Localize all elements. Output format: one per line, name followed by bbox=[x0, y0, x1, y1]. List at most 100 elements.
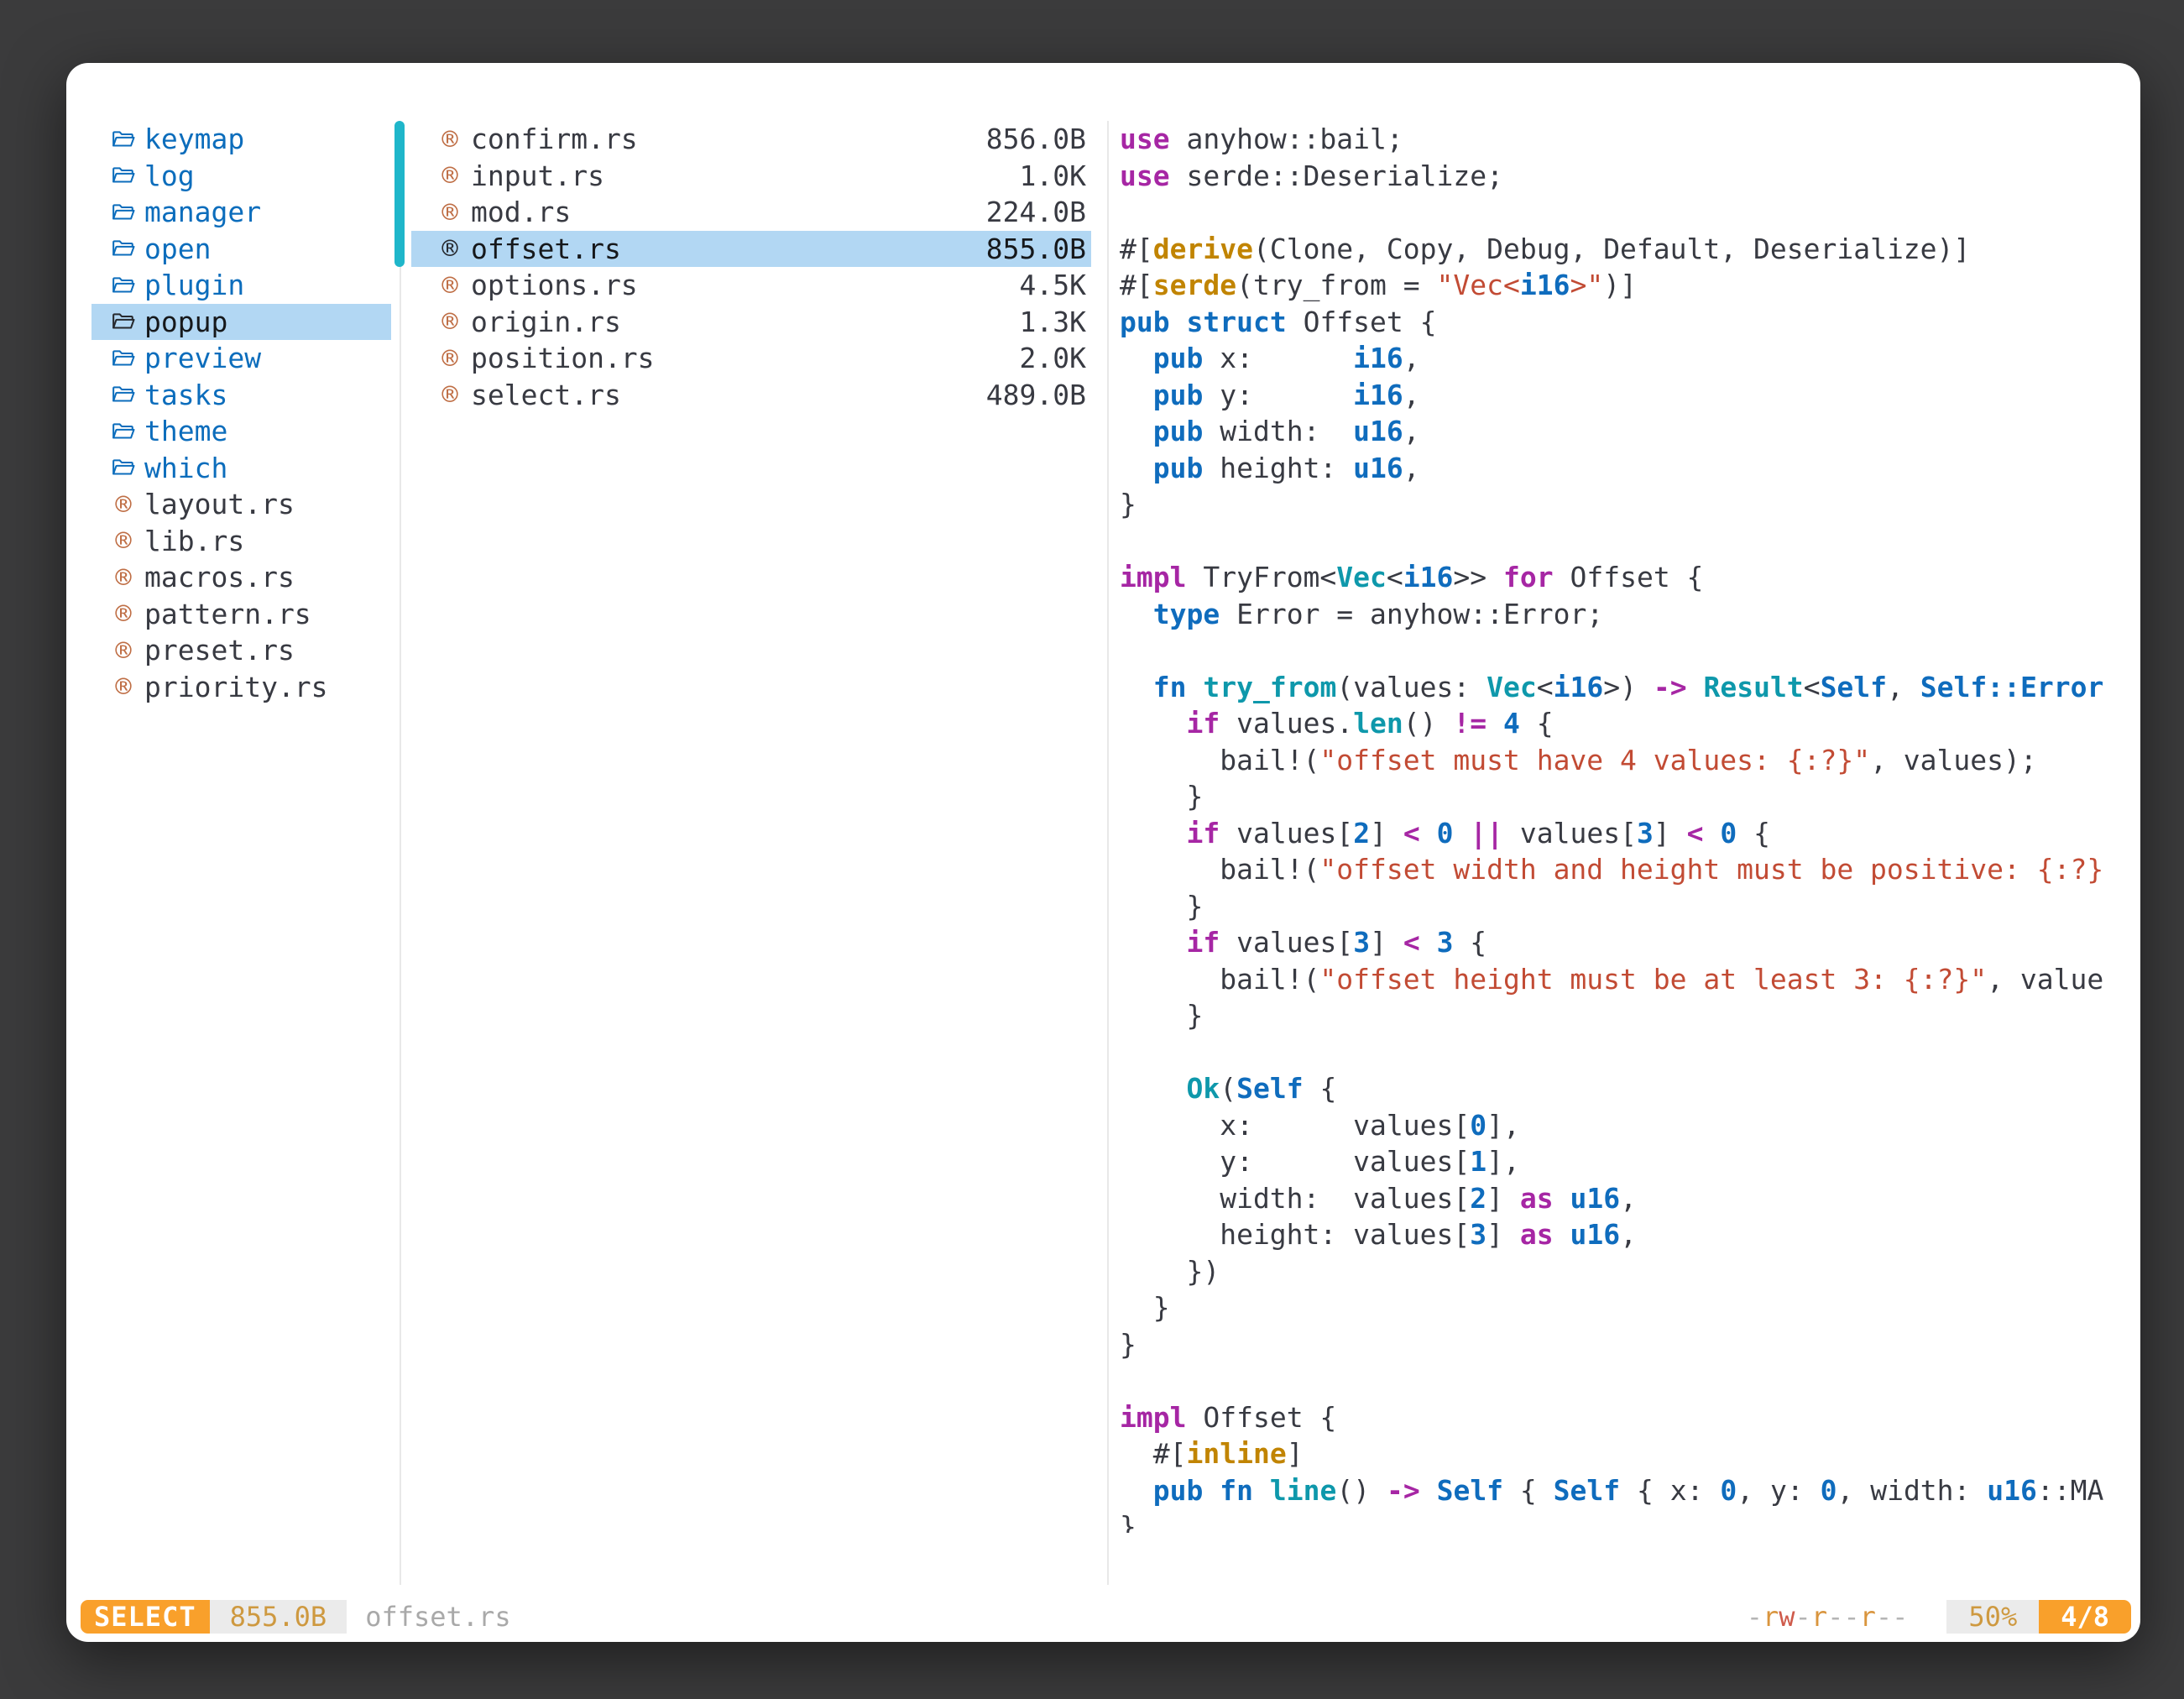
rust-file-icon: ® bbox=[115, 564, 131, 591]
code-line: use anyhow::bail; bbox=[1120, 121, 2120, 158]
item-label: origin.rs bbox=[471, 306, 621, 338]
file-item-options.rs[interactable]: ®options.rs4.5K bbox=[411, 267, 1091, 304]
status-bar-left: SELECT 855.0B offset.rs bbox=[81, 1600, 511, 1634]
code-line: } bbox=[1120, 778, 2120, 815]
file-item-origin.rs[interactable]: ®origin.rs1.3K bbox=[411, 304, 1091, 341]
dir-item-plugin[interactable]: plugin bbox=[91, 267, 391, 304]
item-label: which bbox=[144, 452, 227, 484]
folder-icon bbox=[112, 384, 135, 405]
rust-file-icon: ® bbox=[115, 637, 131, 664]
code-line: impl TryFrom<Vec<i16>> for Offset { bbox=[1120, 559, 2120, 596]
rust-file-icon: ® bbox=[442, 162, 457, 189]
dir-item-which[interactable]: which bbox=[91, 450, 391, 487]
code-line: bail!("offset must have 4 values: {:?}",… bbox=[1120, 742, 2120, 779]
file-item-position.rs[interactable]: ®position.rs2.0K bbox=[411, 340, 1091, 377]
dir-item-theme[interactable]: theme bbox=[91, 413, 391, 450]
item-label: preview bbox=[144, 342, 261, 374]
file-item-lib.rs[interactable]: ®lib.rs bbox=[91, 523, 391, 560]
file-manager-window: keymaplogmanager openpluginpopup preview ta… bbox=[66, 63, 2140, 1642]
code-line: bail!("offset height must be at least 3:… bbox=[1120, 961, 2120, 998]
item-size: 856.0B bbox=[986, 123, 1086, 155]
item-label: macros.rs bbox=[144, 561, 295, 593]
code-line: pub height: u16, bbox=[1120, 450, 2120, 487]
item-label: select.rs bbox=[471, 379, 621, 411]
item-size: 4.5K bbox=[1020, 269, 1086, 301]
file-item-offset.rs[interactable]: ® offset.rs 855.0B bbox=[411, 231, 1091, 268]
code-line: if values.len() != 4 { bbox=[1120, 705, 2120, 742]
item-size: 489.0B bbox=[986, 379, 1086, 411]
dir-item-open[interactable]: open bbox=[91, 231, 391, 268]
file-item-preset.rs[interactable]: ® preset.rs bbox=[91, 632, 391, 669]
code-line: } bbox=[1120, 486, 2120, 523]
code-line bbox=[1120, 1034, 2120, 1071]
file-item-input.rs[interactable]: ®input.rs1.0K bbox=[411, 158, 1091, 195]
item-label: manager bbox=[144, 196, 261, 228]
rust-file-icon: ® bbox=[442, 126, 457, 153]
dir-item-keymap[interactable]: keymap bbox=[91, 121, 391, 158]
folder-icon bbox=[112, 311, 135, 332]
dir-item-log[interactable]: log bbox=[91, 158, 391, 195]
item-label: position.rs bbox=[471, 342, 655, 374]
item-label: layout.rs bbox=[144, 488, 295, 520]
folder-icon bbox=[112, 165, 135, 186]
item-label: priority.rs bbox=[144, 671, 328, 703]
code-line: y: values[1], bbox=[1120, 1143, 2120, 1180]
code-line: width: values[2] as u16, bbox=[1120, 1180, 2120, 1217]
folder-icon bbox=[112, 348, 135, 369]
item-label: mod.rs bbox=[471, 196, 571, 228]
code-preview-pane[interactable]: use anyhow::bail;use serde::Deserialize;… bbox=[1120, 121, 2120, 1533]
item-label: pattern.rs bbox=[144, 598, 311, 630]
dir-item-tasks[interactable]: tasks bbox=[91, 377, 391, 414]
code-line bbox=[1120, 523, 2120, 560]
item-label: lib.rs bbox=[144, 525, 244, 557]
item-label: theme bbox=[144, 415, 227, 447]
file-item-macros.rs[interactable]: ® macros.rs bbox=[91, 559, 391, 596]
item-size: 224.0B bbox=[986, 196, 1086, 228]
item-size: 2.0K bbox=[1020, 342, 1086, 374]
dir-item-preview[interactable]: preview bbox=[91, 340, 391, 377]
item-label: tasks bbox=[144, 379, 227, 411]
code-line: } bbox=[1120, 1326, 2120, 1363]
rust-file-icon: ® bbox=[442, 381, 457, 408]
item-label: offset.rs bbox=[471, 233, 621, 265]
file-item-priority.rs[interactable]: ® priority.rs bbox=[91, 669, 391, 706]
scrollbar[interactable] bbox=[394, 121, 405, 267]
status-bar: SELECT 855.0B offset.rs -rw-r--r-- 50% 4… bbox=[81, 1600, 2131, 1634]
item-size: 855.0B bbox=[986, 233, 1086, 265]
code-line: pub struct Offset { bbox=[1120, 304, 2120, 341]
file-size-badge: 855.0B bbox=[210, 1600, 347, 1634]
code-line bbox=[1120, 194, 2120, 231]
code-line bbox=[1120, 1362, 2120, 1399]
code-line: pub x: i16, bbox=[1120, 340, 2120, 377]
dir-item-manager[interactable]: manager bbox=[91, 194, 391, 231]
rust-file-icon: ® bbox=[115, 491, 131, 518]
folder-icon bbox=[112, 129, 135, 149]
item-label: preset.rs bbox=[144, 634, 295, 667]
code-line: height: values[3] as u16, bbox=[1120, 1216, 2120, 1253]
file-item-mod.rs[interactable]: ® mod.rs 224.0B bbox=[411, 194, 1091, 231]
item-label: open bbox=[144, 233, 211, 265]
cursor-position-badge: 4/8 bbox=[2039, 1600, 2131, 1634]
parent-directory-pane: keymaplogmanager openpluginpopup preview ta… bbox=[91, 121, 391, 705]
rust-file-icon: ® bbox=[442, 199, 457, 226]
rust-file-icon: ® bbox=[442, 235, 457, 262]
mode-badge: SELECT bbox=[81, 1600, 210, 1634]
pane-separator-right bbox=[1107, 121, 1109, 1585]
file-item-layout.rs[interactable]: ® layout.rs bbox=[91, 486, 391, 523]
code-line: } bbox=[1120, 888, 2120, 925]
item-label: confirm.rs bbox=[471, 123, 638, 155]
code-line: }) bbox=[1120, 1253, 2120, 1290]
dir-item-popup[interactable]: popup bbox=[91, 304, 391, 341]
code-line: if values[2] < 0 || values[3] < 0 { bbox=[1120, 815, 2120, 852]
code-line: #[inline] bbox=[1120, 1435, 2120, 1472]
code-line: } bbox=[1120, 1289, 2120, 1326]
folder-icon bbox=[112, 202, 135, 222]
file-item-select.rs[interactable]: ® select.rs 489.0B bbox=[411, 377, 1091, 414]
rust-file-icon: ® bbox=[442, 308, 457, 335]
file-item-confirm.rs[interactable]: ® confirm.rs 856.0B bbox=[411, 121, 1091, 158]
item-label: options.rs bbox=[471, 269, 638, 301]
code-line: Ok(Self { bbox=[1120, 1070, 2120, 1107]
item-label: popup bbox=[144, 306, 227, 338]
file-item-pattern.rs[interactable]: ®pattern.rs bbox=[91, 596, 391, 633]
rust-file-icon: ® bbox=[115, 673, 131, 700]
